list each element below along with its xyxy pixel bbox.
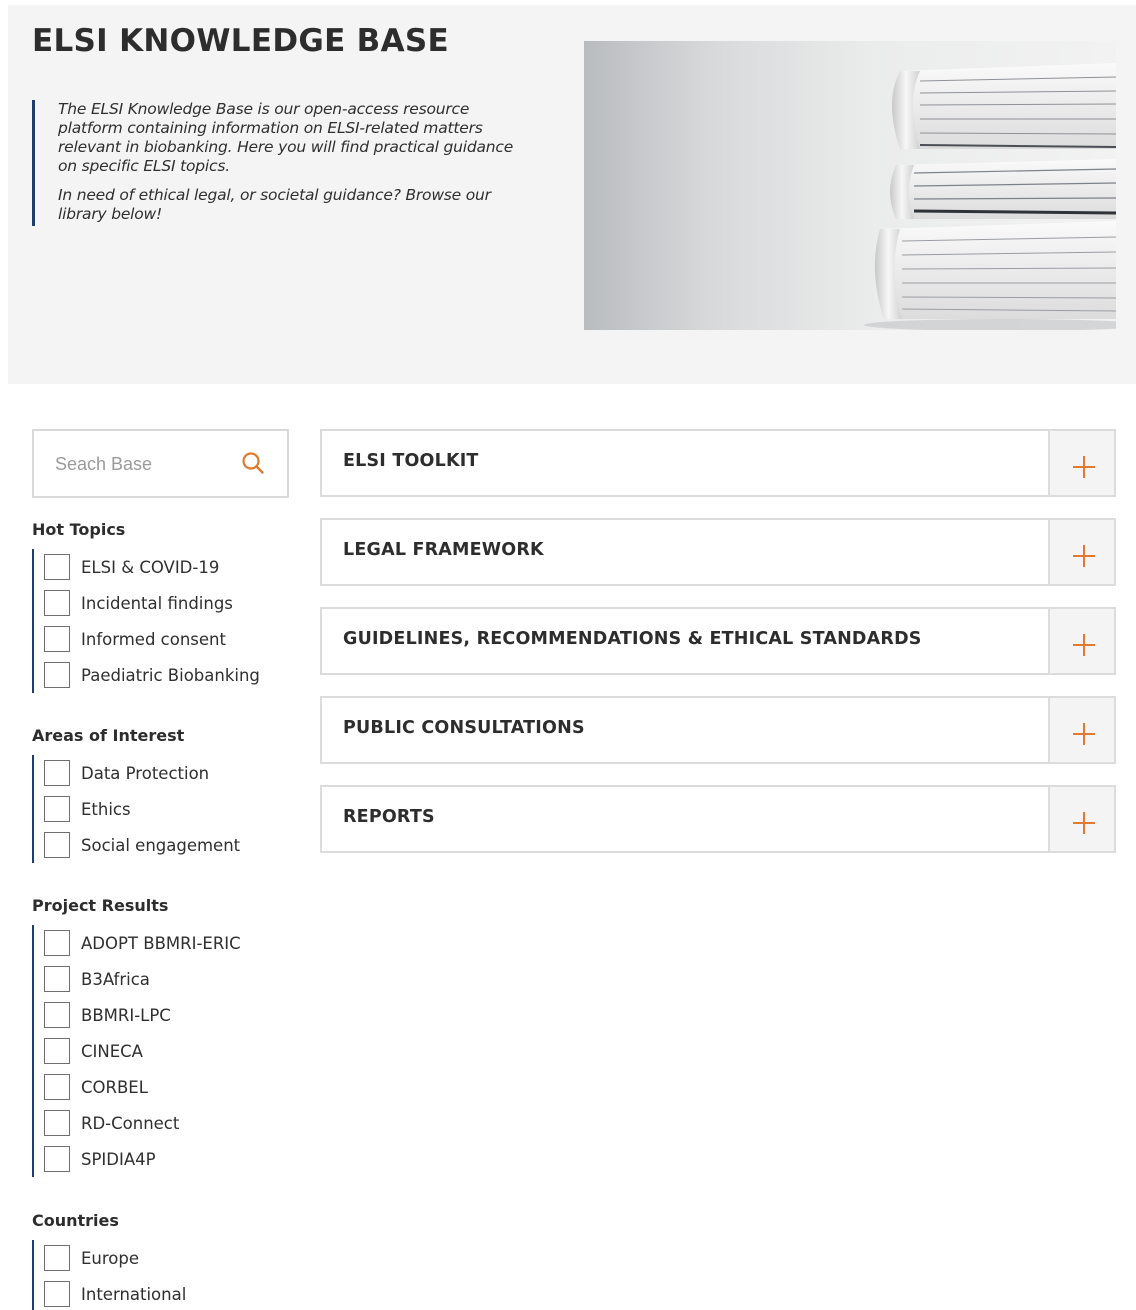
filter-list: Europe International	[32, 1240, 186, 1310]
checkbox[interactable]	[44, 1074, 70, 1100]
filter-option[interactable]: ADOPT BBMRI-ERIC	[44, 925, 241, 961]
checkbox[interactable]	[44, 1110, 70, 1136]
page-title: ELSI KNOWLEDGE BASE	[32, 23, 449, 59]
filter-option[interactable]: International	[44, 1276, 186, 1310]
filter-label: CINECA	[81, 1041, 143, 1061]
filter-label: Informed consent	[81, 629, 226, 649]
filter-option[interactable]: RD-Connect	[44, 1105, 241, 1141]
binders-illustration	[864, 63, 1116, 330]
checkbox[interactable]	[44, 966, 70, 992]
filter-label: Social engagement	[81, 835, 241, 855]
filter-label: ADOPT BBMRI-ERIC	[81, 933, 241, 953]
expand-button[interactable]	[1048, 429, 1116, 497]
checkbox[interactable]	[44, 1245, 70, 1271]
accordion-legal-framework[interactable]: LEGAL FRAMEWORK	[320, 518, 1116, 586]
checkbox[interactable]	[44, 760, 70, 786]
filter-label: International	[81, 1284, 187, 1304]
plus-icon	[1073, 634, 1095, 656]
filter-heading: Hot Topics	[32, 520, 126, 539]
plus-icon	[1073, 545, 1095, 567]
checkbox[interactable]	[44, 1146, 70, 1172]
filter-option[interactable]: CORBEL	[44, 1069, 241, 1105]
checkbox[interactable]	[44, 626, 70, 652]
expand-button[interactable]	[1048, 518, 1116, 586]
filter-list: ELSI & COVID-19 Incidental findings Info…	[32, 549, 260, 693]
accordion-title: LEGAL FRAMEWORK	[343, 540, 544, 560]
accordion-elsi-toolkit[interactable]: ELSI TOOLKIT	[320, 429, 1116, 497]
plus-icon	[1073, 812, 1095, 834]
accordion-reports[interactable]: REPORTS	[320, 785, 1116, 853]
filter-label: ELSI & COVID-19	[81, 557, 220, 577]
filter-option[interactable]: Ethics	[44, 791, 240, 827]
filter-option[interactable]: Informed consent	[44, 621, 260, 657]
search-icon[interactable]	[240, 450, 266, 476]
accordion-public-consultations[interactable]: PUBLIC CONSULTATIONS	[320, 696, 1116, 764]
filter-option[interactable]: Incidental findings	[44, 585, 260, 621]
accordion-title: GUIDELINES, RECOMMENDATIONS & ETHICAL ST…	[343, 629, 922, 649]
checkbox[interactable]	[44, 796, 70, 822]
filter-label: Incidental findings	[81, 593, 233, 613]
filter-option[interactable]: Social engagement	[44, 827, 240, 863]
filter-label: BBMRI-LPC	[81, 1005, 171, 1025]
checkbox[interactable]	[44, 662, 70, 688]
checkbox[interactable]	[44, 1281, 70, 1307]
checkbox[interactable]	[44, 1002, 70, 1028]
filter-option[interactable]: Europe	[44, 1240, 186, 1276]
filter-label: Ethics	[81, 799, 131, 819]
filter-label: B3Africa	[81, 969, 150, 989]
accordion-title: PUBLIC CONSULTATIONS	[343, 718, 585, 738]
filter-label: CORBEL	[81, 1077, 148, 1097]
filter-label: RD-Connect	[81, 1113, 180, 1133]
filter-group-countries: Countries Europe International	[32, 1210, 186, 1310]
search-box[interactable]	[32, 429, 289, 498]
checkbox[interactable]	[44, 1038, 70, 1064]
filter-list: ADOPT BBMRI-ERIC B3Africa BBMRI-LPC CINE…	[32, 925, 241, 1177]
filter-group-hot-topics: Hot Topics ELSI & COVID-19 Incidental fi…	[32, 519, 260, 693]
expand-button[interactable]	[1048, 785, 1116, 853]
filter-heading: Project Results	[32, 896, 169, 915]
filter-heading: Areas of Interest	[32, 726, 185, 745]
intro-paragraph: The ELSI Knowledge Base is our open-acce…	[58, 100, 514, 175]
checkbox[interactable]	[44, 832, 70, 858]
checkbox[interactable]	[44, 930, 70, 956]
hero-banner: ELSI KNOWLEDGE BASE The ELSI Knowledge B…	[8, 5, 1136, 384]
plus-icon	[1073, 723, 1095, 745]
expand-button[interactable]	[1048, 696, 1116, 764]
filter-group-project-results: Project Results ADOPT BBMRI-ERIC B3Afric…	[32, 895, 241, 1177]
filter-option[interactable]: Paediatric Biobanking	[44, 657, 260, 693]
filter-heading: Countries	[32, 1211, 119, 1230]
filter-label: Europe	[81, 1248, 140, 1268]
expand-button[interactable]	[1048, 607, 1116, 675]
filter-option[interactable]: Data Protection	[44, 755, 240, 791]
filter-label: Data Protection	[81, 763, 210, 783]
filter-option[interactable]: ELSI & COVID-19	[44, 549, 260, 585]
filter-label: SPIDIA4P	[81, 1149, 156, 1169]
accordion-guidelines[interactable]: GUIDELINES, RECOMMENDATIONS & ETHICAL ST…	[320, 607, 1116, 675]
filter-option[interactable]: B3Africa	[44, 961, 241, 997]
plus-icon	[1073, 456, 1095, 478]
search-input[interactable]	[55, 452, 235, 476]
intro-blockquote: The ELSI Knowledge Base is our open-acce…	[32, 100, 532, 226]
filter-group-areas-of-interest: Areas of Interest Data Protection Ethics…	[32, 725, 240, 863]
filter-option[interactable]: BBMRI-LPC	[44, 997, 241, 1033]
hero-image-binders	[584, 41, 1116, 330]
intro-call-to-action: In need of ethical legal, or societal gu…	[58, 186, 491, 223]
filter-option[interactable]: CINECA	[44, 1033, 241, 1069]
accordion-title: REPORTS	[343, 807, 435, 827]
accordion-title: ELSI TOOLKIT	[343, 451, 479, 471]
checkbox[interactable]	[44, 590, 70, 616]
filter-list: Data Protection Ethics Social engagement	[32, 755, 240, 863]
checkbox[interactable]	[44, 554, 70, 580]
filter-label: Paediatric Biobanking	[81, 665, 260, 685]
filter-option[interactable]: SPIDIA4P	[44, 1141, 241, 1177]
